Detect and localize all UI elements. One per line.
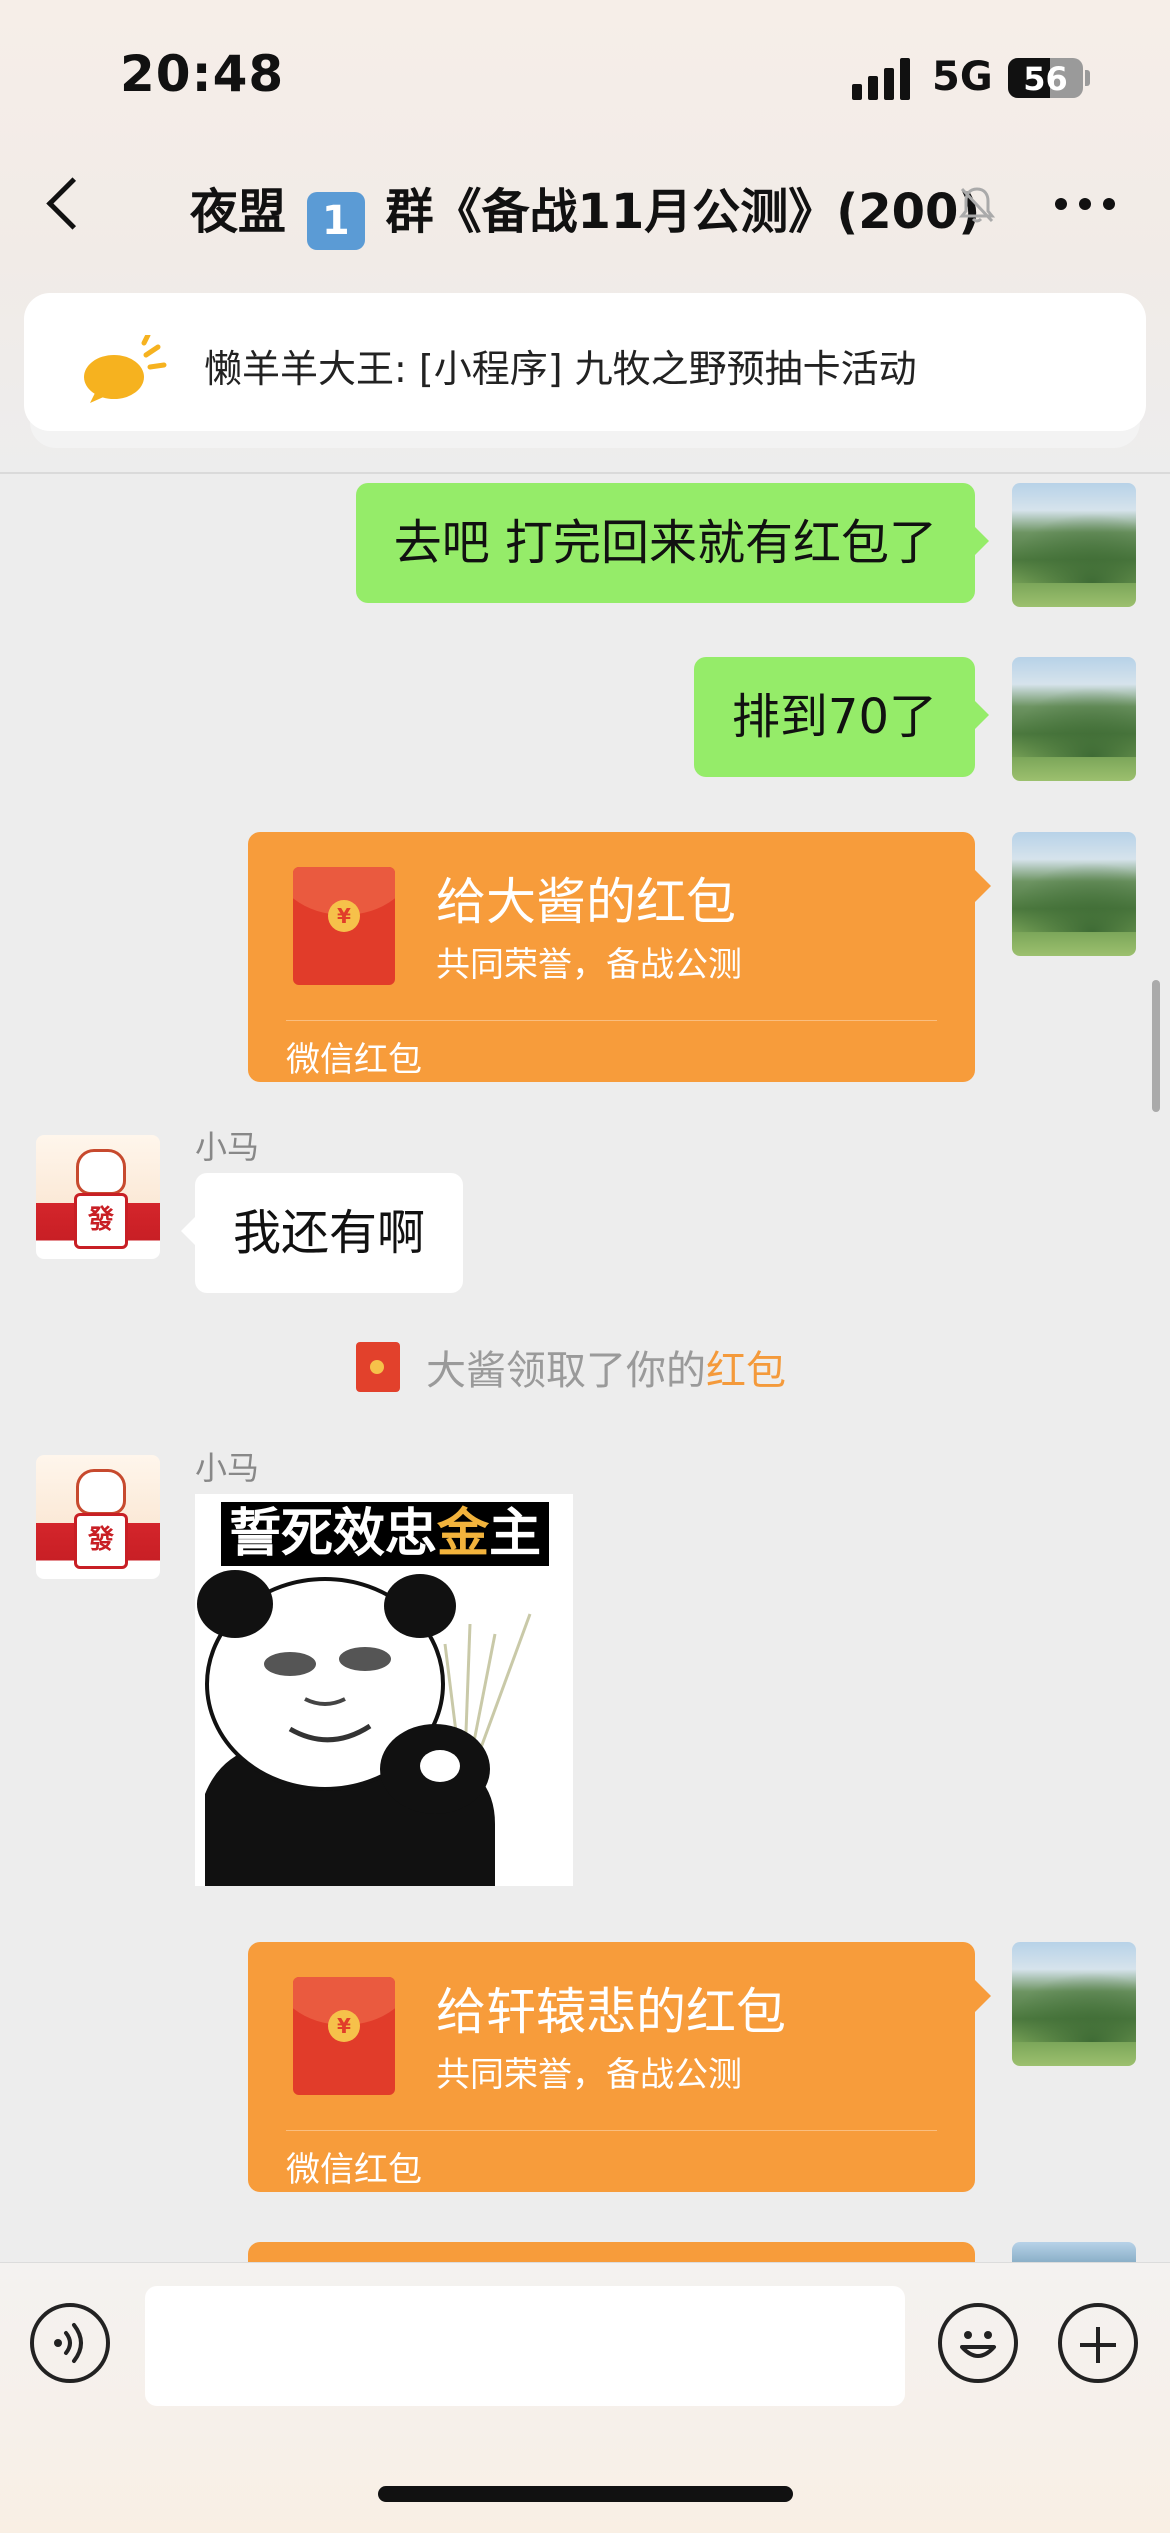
avatar-self[interactable]	[1012, 832, 1136, 956]
fa-tile: 發	[74, 1193, 128, 1249]
red-packet-card[interactable]: ¥ 给大酱的红包 共同荣誉，备战公测 微信红包	[248, 832, 991, 1082]
red-packet-card-partial[interactable]	[248, 2242, 975, 2262]
red-packet-subtitle: 共同荣誉，备战公测	[436, 945, 742, 985]
red-packet-subtitle: 共同荣誉，备战公测	[436, 2055, 742, 2095]
red-packet-icon: ¥	[293, 1977, 395, 2095]
home-indicator[interactable]	[378, 2486, 793, 2502]
avatar-self-partial[interactable]	[1012, 2242, 1136, 2262]
red-packet-title: 给大酱的红包	[436, 873, 736, 931]
red-packet-card[interactable]: ¥ 给轩辕悲的红包 共同荣誉，备战公测 微信红包	[248, 1942, 991, 2192]
avatar-self[interactable]	[1012, 1942, 1136, 2066]
chat-title-suffix: 群《备战11月公测》(200)	[385, 184, 981, 240]
chat-title[interactable]: 夜盟 1 群《备战11月公测》(200)	[190, 172, 990, 250]
voice-icon[interactable]	[30, 2303, 110, 2383]
red-packet-link[interactable]: 红包	[706, 1348, 786, 1394]
system-notice-text: 大酱领取了你的红包	[426, 1338, 786, 1396]
sticker-caption-a: 誓死效忠	[229, 1504, 438, 1564]
avatar-self[interactable]	[1012, 483, 1136, 607]
message-bubble-sent[interactable]: 排到70了	[693, 657, 990, 777]
red-packet-small-icon	[356, 1342, 400, 1392]
plus-icon[interactable]	[1058, 2303, 1138, 2383]
avatar-self[interactable]	[1012, 657, 1136, 781]
keycap-one-icon: 1	[306, 192, 365, 250]
red-packet-icon: ¥	[293, 867, 395, 985]
red-packet-title: 给轩辕悲的红包	[436, 1983, 786, 2041]
pinned-notice[interactable]: 懒羊羊大王: [小程序] 九牧之野预抽卡活动	[24, 293, 1146, 431]
cow-face	[76, 1149, 126, 1195]
pinned-notice-text: 懒羊羊大王: [小程序] 九牧之野预抽卡活动	[204, 347, 917, 391]
fa-tile: 發	[74, 1513, 128, 1569]
avatar-xiaoma[interactable]: 發	[36, 1455, 160, 1579]
scrollbar[interactable]	[1152, 980, 1160, 1112]
battery-tip	[1085, 70, 1090, 86]
system-notice-body: 大酱领取了你的	[426, 1348, 706, 1394]
chat-title-prefix: 夜盟	[190, 184, 287, 240]
announcement-icon	[72, 332, 172, 405]
signal-icon	[852, 58, 914, 100]
sender-name: 小马	[195, 1449, 260, 1487]
cow-face	[76, 1469, 126, 1515]
status-time: 20:48	[120, 45, 285, 103]
header-divider	[0, 472, 1170, 474]
more-icon[interactable]	[1055, 198, 1115, 212]
battery-level: 56	[1023, 60, 1068, 98]
back-chevron-icon[interactable]	[40, 175, 90, 235]
yuan-coin-icon: ¥	[328, 900, 360, 932]
message-bubble-received[interactable]: 我还有啊	[180, 1173, 464, 1293]
red-packet-divider	[286, 2130, 937, 2131]
avatar-xiaoma[interactable]: 發	[36, 1135, 160, 1259]
battery-icon: 56	[1008, 58, 1083, 98]
sticker-caption: 誓死效忠金主	[221, 1502, 550, 1566]
sender-name: 小马	[195, 1128, 260, 1166]
red-packet-footer: 微信红包	[286, 1040, 422, 1080]
message-bubble-sent[interactable]: 去吧 打完回来就有红包了	[355, 483, 990, 603]
sticker-image[interactable]: 誓死效忠金主	[195, 1494, 573, 1886]
sticker-caption-gold: 金	[437, 1504, 490, 1564]
red-packet-divider	[286, 1020, 937, 1021]
network-type: 5G	[932, 54, 993, 100]
yuan-coin-icon: ¥	[328, 2010, 360, 2042]
mute-bell-icon	[958, 185, 996, 225]
sticker-caption-b: 主	[489, 1504, 542, 1564]
emoji-icon[interactable]	[938, 2303, 1018, 2383]
red-packet-footer: 微信红包	[286, 2150, 422, 2190]
message-input[interactable]	[145, 2286, 905, 2406]
